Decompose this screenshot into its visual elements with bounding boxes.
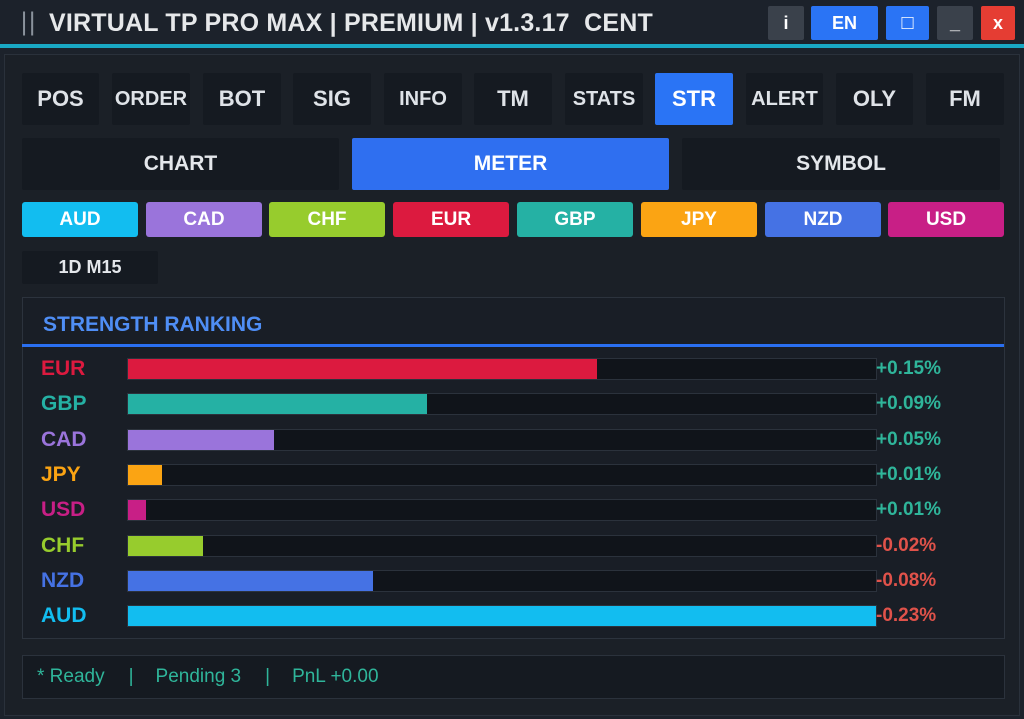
currency-button-aud[interactable]: AUD [22,202,138,237]
ranking-value: +0.15% [876,358,941,379]
tab-alert[interactable]: ALERT [746,73,823,125]
close-button[interactable]: x [981,6,1015,40]
currency-button-usd[interactable]: USD [888,202,1004,237]
tab-oly[interactable]: OLY [836,73,913,125]
minimize-button[interactable]: _ [937,6,973,40]
ranking-currency-label: EUR [41,357,86,380]
restore-button[interactable]: □ [886,6,929,40]
tab-order[interactable]: ORDER [112,73,190,125]
ranking-value: +0.01% [876,499,941,520]
ranking-currency-label: GBP [41,392,87,415]
ranking-bar-fill [128,465,162,485]
ranking-currency-label: NZD [41,569,85,592]
tab-fm[interactable]: FM [926,73,1004,125]
ranking-bar-fill [128,500,146,520]
language-button[interactable]: EN [811,6,878,40]
title-bar[interactable]: || VIRTUAL TP PRO MAX | PREMIUM | v1.3.1… [0,0,1024,46]
currency-button-nzd[interactable]: NZD [765,202,881,237]
ranking-currency-label: CHF [41,534,85,557]
subtab-symbol[interactable]: SYMBOL [682,138,1000,190]
ranking-value: +0.01% [876,464,941,485]
ranking-divider [22,344,1004,347]
strength-ranking-title: STRENGTH RANKING [43,313,263,336]
tab-info[interactable]: INFO [384,73,462,125]
tab-pos[interactable]: POS [22,73,99,125]
ranking-bar-fill [128,571,374,591]
ranking-bar-track [127,393,877,415]
ranking-value: -0.02% [876,535,937,556]
ranking-bar-fill [128,430,274,450]
currency-button-gbp[interactable]: GBP [517,202,633,237]
ranking-bar-fill [128,359,597,379]
ranking-currency-label: CAD [41,428,87,451]
currency-button-cad[interactable]: CAD [146,202,262,237]
ranking-bar-fill [128,606,876,626]
ranking-bar-track [127,464,877,486]
ranking-bar-track [127,358,877,380]
ranking-bar-track [127,605,877,627]
ranking-bar-track [127,499,877,521]
status-ready: * Ready [37,666,105,687]
timeframe-button[interactable]: 1D M15 [22,251,158,284]
tab-stats[interactable]: STATS [565,73,643,125]
status-pending: Pending 3 [155,666,242,687]
tab-str[interactable]: STR [655,73,733,125]
tab-tm[interactable]: TM [474,73,552,125]
tab-sig[interactable]: SIG [293,73,371,125]
drag-grip-icon[interactable]: || [20,8,36,36]
ranking-value: -0.08% [876,570,937,591]
ranking-value: -0.23% [876,605,937,626]
tab-bot[interactable]: BOT [203,73,281,125]
status-separator: | [128,666,134,687]
subtab-chart[interactable]: CHART [22,138,339,190]
status-separator: | [265,666,271,687]
ranking-bar-track [127,535,877,557]
ranking-currency-label: AUD [41,604,87,627]
ranking-value: +0.05% [876,429,941,450]
currency-button-eur[interactable]: EUR [393,202,509,237]
ranking-currency-label: JPY [41,463,81,486]
status-bar: * Ready | Pending 3 | PnL +0.00 [22,655,1005,699]
ranking-currency-label: USD [41,498,86,521]
info-button[interactable]: i [768,6,804,40]
title-accent-line [0,44,1024,48]
subtab-meter[interactable]: METER [352,138,669,190]
ranking-value: +0.09% [876,393,941,414]
status-pnl: PnL +0.00 [292,666,379,687]
ranking-bar-track [127,570,877,592]
ranking-bar-fill [128,394,428,414]
currency-button-jpy[interactable]: JPY [641,202,757,237]
ranking-bar-track [127,429,877,451]
window-title: VIRTUAL TP PRO MAX | PREMIUM | v1.3.17 C… [49,9,653,37]
ranking-bar-fill [128,536,203,556]
currency-button-chf[interactable]: CHF [269,202,385,237]
